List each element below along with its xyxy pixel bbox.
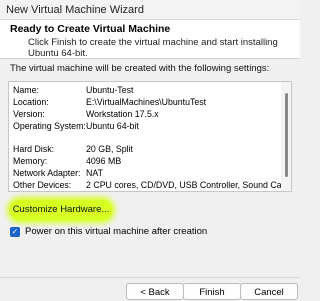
wizard-header: Ready to Create Virtual Machine Click Fi… [0, 20, 300, 59]
setting-row-version: Version: Workstation 17.5.x [13, 109, 159, 119]
power-on-label[interactable]: Power on this virtual machine after crea… [25, 226, 207, 237]
settings-scrollbar[interactable] [281, 82, 291, 191]
window-title: New Virtual Machine Wizard [0, 0, 300, 20]
setting-label: Operating System: [13, 121, 86, 131]
setting-label: Hard Disk: [13, 144, 55, 154]
setting-value: E:\VirtualMachines\UbuntuTest [86, 97, 207, 107]
setting-value: Ubuntu-Test [86, 85, 134, 95]
setting-row-memory: Memory: 4096 MB [13, 156, 121, 166]
back-button[interactable]: < Back [126, 283, 184, 300]
setting-value: Ubuntu 64-bit [86, 121, 139, 131]
customize-hardware-button[interactable]: Customize Hardware... [10, 200, 112, 220]
setting-value: 4096 MB [86, 156, 122, 166]
setting-value: Workstation 17.5.x [86, 109, 159, 119]
cancel-button[interactable]: Cancel [240, 283, 298, 300]
power-on-option[interactable]: ✓ Power on this virtual machine after cr… [10, 226, 207, 237]
setting-value: 20 GB, Split [86, 144, 133, 154]
finish-button[interactable]: Finish [183, 283, 241, 300]
setting-label: Network Adapter: [13, 168, 81, 178]
scrollbar-thumb[interactable] [285, 93, 288, 177]
setting-label: Location: [13, 97, 49, 107]
setting-row-os: Operating System:Ubuntu 64-bit [13, 121, 139, 131]
setting-row-network: Network Adapter: NAT [13, 168, 103, 178]
setting-row-location: Location: E:\VirtualMachines\UbuntuTest [13, 97, 206, 107]
setting-row-name: Name: Ubuntu-Test [13, 85, 133, 95]
setting-row-hard-disk: Hard Disk: 20 GB, Split [13, 144, 133, 154]
setting-label: Name: [13, 85, 39, 95]
power-on-checkbox[interactable]: ✓ [10, 226, 20, 237]
setting-label: Other Devices: [13, 180, 72, 190]
header-subtitle: Click Finish to create the virtual machi… [28, 37, 278, 59]
setting-label: Memory: [13, 156, 48, 166]
settings-intro: The virtual machine will be created with… [10, 63, 270, 74]
setting-value: NAT [86, 168, 103, 178]
setting-label: Version: [13, 109, 45, 119]
settings-summary-box[interactable]: Name: Ubuntu-Test Location: E:\VirtualMach… [8, 81, 292, 192]
footer-divider [0, 277, 300, 278]
setting-value: 2 CPU cores, CD/DVD, USB Controller, Sou… [86, 180, 290, 190]
header-title: Ready to Create Virtual Machine [10, 23, 171, 35]
setting-row-other-devices: Other Devices: 2 CPU cores, CD/DVD, USB C… [13, 180, 289, 190]
